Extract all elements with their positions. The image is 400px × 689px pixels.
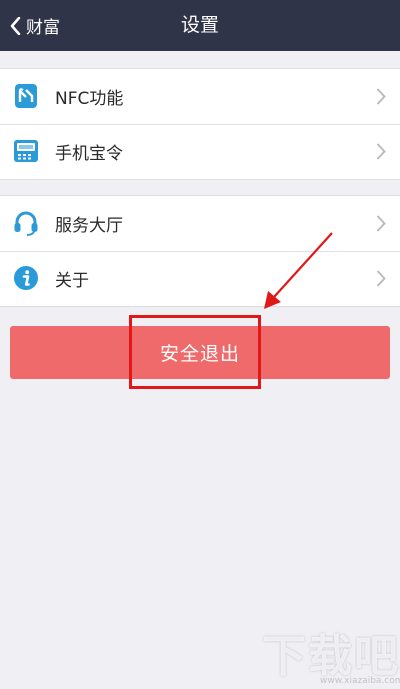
page-title: 设置 bbox=[180, 14, 219, 36]
nav-bar: 财富 设置 bbox=[0, 0, 400, 51]
watermark-logo: 下载吧 bbox=[262, 631, 400, 682]
nfc-icon bbox=[15, 84, 37, 108]
phone-token-icon bbox=[14, 140, 38, 162]
settings-group-2: 服务大厅 关于 bbox=[0, 195, 400, 307]
list-item-label: NFC功能 bbox=[55, 89, 124, 109]
chevron-left-icon bbox=[10, 16, 21, 35]
chevron-right-icon bbox=[376, 88, 386, 105]
chevron-right-icon bbox=[376, 143, 386, 160]
list-item-phone-token[interactable]: 手机宝令 bbox=[0, 124, 400, 179]
list-item-label: 手机宝令 bbox=[55, 144, 123, 164]
logout-button[interactable]: 安全退出 bbox=[10, 326, 390, 379]
back-label: 财富 bbox=[26, 18, 60, 38]
list-item-label: 关于 bbox=[55, 271, 89, 291]
settings-group-1: NFC功能 手机宝令 bbox=[0, 68, 400, 180]
chevron-right-icon bbox=[376, 215, 386, 232]
chevron-right-icon bbox=[376, 270, 386, 287]
logout-label: 安全退出 bbox=[159, 343, 240, 365]
list-item-nfc[interactable]: NFC功能 bbox=[0, 69, 400, 124]
list-item-label: 服务大厅 bbox=[55, 216, 123, 236]
back-button[interactable]: 财富 bbox=[10, 0, 60, 51]
headset-icon bbox=[14, 211, 38, 236]
list-item-about[interactable]: 关于 bbox=[0, 251, 400, 306]
info-icon bbox=[14, 266, 38, 290]
list-item-service-hall[interactable]: 服务大厅 bbox=[0, 196, 400, 251]
watermark-url: www.xiazaiba.com bbox=[320, 676, 400, 686]
